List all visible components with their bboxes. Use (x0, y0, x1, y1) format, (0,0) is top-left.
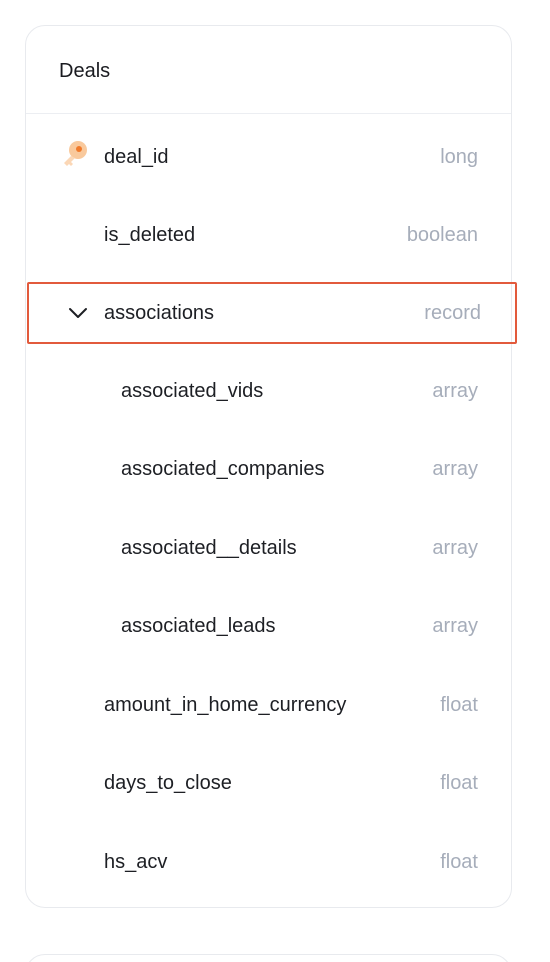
field-type: long (440, 146, 478, 168)
field-name: associated_leads (121, 615, 276, 637)
chevron-down-icon[interactable] (67, 302, 89, 324)
schema-page: Deals deal_id long is_deleted boolean as… (0, 0, 550, 962)
field-name: associated_companies (121, 458, 325, 480)
field-type: float (440, 772, 478, 794)
field-row-associated-details[interactable]: associated__details array (26, 518, 511, 580)
primary-key-icon (64, 141, 87, 166)
field-row-hs-acv[interactable]: hs_acv float (26, 832, 511, 894)
field-name: associated__details (121, 537, 297, 559)
field-row-associations[interactable]: associations record (27, 282, 517, 344)
field-type: array (432, 458, 478, 480)
field-type: array (432, 380, 478, 402)
field-name: is_deleted (104, 224, 196, 246)
field-name: associated_vids (121, 380, 264, 402)
field-row-associated-vids[interactable]: associated_vids array (26, 361, 511, 423)
field-row-is-deleted[interactable]: is_deleted boolean (26, 205, 511, 267)
field-type: float (440, 694, 478, 716)
field-row-associated-companies[interactable]: associated_companies array (26, 439, 511, 501)
field-row-amount-in-home-currency[interactable]: amount_in_home_currency float (26, 675, 511, 737)
field-type: array (432, 615, 478, 637)
field-type: float (440, 851, 478, 873)
field-name: amount_in_home_currency (104, 694, 347, 716)
field-type: record (424, 302, 481, 324)
field-row-days-to-close[interactable]: days_to_close float (26, 753, 511, 815)
table-title: Deals (59, 60, 111, 82)
card-header: Deals (26, 26, 511, 114)
field-type: boolean (406, 224, 478, 246)
deals-table-card: Deals deal_id long is_deleted boolean as… (25, 25, 517, 908)
field-name: associations (104, 302, 215, 324)
field-type: array (432, 537, 478, 559)
field-row-deal-id[interactable]: deal_id long (26, 127, 511, 189)
field-name: deal_id (104, 146, 169, 168)
next-table-card (25, 954, 512, 962)
field-name: hs_acv (104, 851, 168, 873)
field-row-associated-leads[interactable]: associated_leads array (26, 596, 511, 658)
field-name: days_to_close (104, 772, 232, 794)
